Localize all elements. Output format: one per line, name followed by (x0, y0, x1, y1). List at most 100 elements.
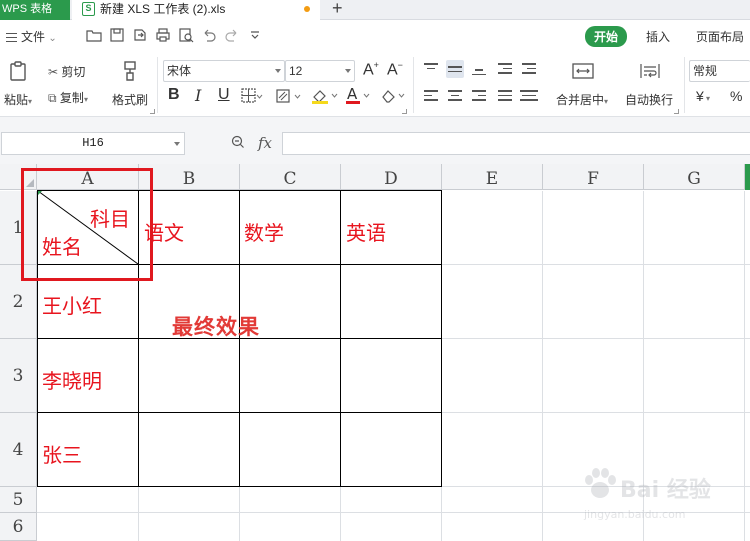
dialog-launcher-icon[interactable] (402, 109, 407, 114)
column-header-e[interactable]: E (442, 164, 543, 190)
cut-label: 剪切 (61, 65, 86, 79)
scroll-indicator[interactable] (745, 164, 750, 190)
redo-icon[interactable] (224, 27, 240, 43)
highlight-box (21, 168, 153, 281)
hamburger-icon (6, 33, 17, 42)
paste-button[interactable]: 粘贴▾ (4, 91, 32, 108)
increase-indent-icon[interactable] (520, 60, 538, 78)
tab-page-layout[interactable]: 页面布局 (696, 28, 744, 45)
currency-format-button[interactable]: ¥ ▾ (696, 88, 710, 104)
column-header-d[interactable]: D (341, 164, 442, 190)
undo-icon[interactable] (201, 27, 217, 43)
app-tab[interactable]: WPS 表格 (0, 0, 70, 20)
tab-insert[interactable]: 插入 (646, 28, 670, 45)
document-tab-label: 新建 XLS 工作表 (2).xls (100, 2, 226, 16)
chevron-down-icon: ▾ (83, 95, 88, 104)
copy-button[interactable]: ⧉ 复制▾ (48, 89, 88, 106)
borders-icon[interactable] (241, 88, 263, 107)
name-box[interactable]: H16 (1, 132, 185, 155)
paste-icon[interactable] (8, 60, 30, 82)
print-icon[interactable] (155, 27, 171, 43)
export-icon[interactable] (132, 27, 148, 43)
copy-label: 复制 (59, 91, 84, 105)
menu-row: 文件 ⌄ 开始 插入 页面布局 (0, 20, 750, 53)
cell-a3[interactable]: 李晓明 (42, 365, 102, 394)
cell-a2[interactable]: 王小红 (42, 290, 102, 319)
column-header-g[interactable]: G (644, 164, 745, 190)
font-name-value: 宋体 (167, 64, 192, 78)
chevron-down-icon: ▾ (604, 97, 609, 106)
tab-home[interactable]: 开始 (585, 26, 628, 47)
align-middle-icon[interactable] (446, 60, 464, 78)
document-tab[interactable]: S 新建 XLS 工作表 (2).xls (72, 0, 320, 20)
align-left-icon[interactable] (422, 87, 440, 105)
cut-button[interactable]: ✂ 剪切 (48, 63, 85, 80)
zoom-search-icon[interactable] (231, 135, 245, 149)
title-tab-bar: WPS 表格 S 新建 XLS 工作表 (2).xls + (0, 0, 750, 20)
align-bottom-icon[interactable] (470, 60, 488, 78)
file-menu-label: 文件 (21, 30, 46, 44)
merge-center-label: 合并居中 (556, 93, 605, 107)
table-border-line (37, 412, 442, 413)
print-preview-icon[interactable] (178, 27, 194, 43)
insert-function-icon[interactable]: fx (258, 134, 272, 152)
format-painter-button[interactable]: 格式刷 (112, 91, 148, 108)
gridline (542, 191, 543, 541)
wrap-text-icon[interactable] (638, 60, 660, 82)
justify-icon[interactable] (496, 87, 514, 105)
row-header-4[interactable]: 4 (0, 413, 37, 487)
currency-icon: ¥ (696, 88, 704, 104)
chevron-down-icon: ▾ (28, 97, 33, 106)
fill-pattern-icon[interactable] (275, 88, 303, 107)
cell-d1[interactable]: 英语 (346, 217, 386, 246)
format-painter-icon[interactable] (119, 60, 141, 82)
copy-icon: ⧉ (48, 91, 57, 105)
align-center-icon[interactable] (446, 87, 464, 105)
row-header-6[interactable]: 6 (0, 513, 37, 541)
decrease-font-size-icon[interactable]: A− (387, 60, 403, 79)
formula-input[interactable] (282, 132, 750, 155)
cell-a4[interactable]: 张三 (42, 439, 82, 468)
row-header-5[interactable]: 5 (0, 487, 37, 513)
number-format-select[interactable]: 常规 (689, 60, 750, 82)
spreadsheet-grid[interactable]: A B C D E F G 1 2 3 4 5 6 科目 姓名 语文 数学 英语… (0, 164, 750, 541)
name-box-value: H16 (82, 136, 104, 150)
merge-center-button[interactable]: 合并居中▾ (556, 91, 608, 108)
bold-icon[interactable]: B (168, 86, 180, 104)
font-name-select[interactable]: 宋体 (163, 60, 285, 82)
chevron-down-icon (174, 142, 180, 146)
italic-icon[interactable]: I (195, 86, 201, 105)
align-top-icon[interactable] (422, 60, 440, 78)
save-icon[interactable] (109, 27, 125, 43)
percent-format-icon[interactable]: % (730, 88, 742, 104)
font-size-value: 12 (289, 64, 303, 78)
open-folder-icon[interactable] (86, 27, 102, 43)
decrease-indent-icon[interactable] (496, 60, 514, 78)
column-header-c[interactable]: C (240, 164, 341, 190)
chevron-down-icon: ▾ (703, 94, 711, 103)
paw-logo-icon (585, 468, 616, 498)
wrap-text-button[interactable]: 自动换行 (625, 91, 673, 108)
spreadsheet-file-icon: S (82, 2, 95, 16)
file-menu-button[interactable]: 文件 ⌄ (6, 28, 57, 45)
merge-center-icon[interactable] (571, 60, 594, 82)
increase-font-size-icon[interactable]: A+ (363, 60, 379, 79)
new-tab-button[interactable]: + (332, 0, 343, 18)
customize-toolbar-icon[interactable] (247, 27, 263, 43)
fill-color-icon[interactable] (310, 87, 340, 108)
chevron-down-icon (345, 69, 351, 73)
align-right-icon[interactable] (470, 87, 488, 105)
clear-format-icon[interactable] (379, 87, 409, 108)
column-header-b[interactable]: B (139, 164, 240, 190)
row-header-3[interactable]: 3 (0, 339, 37, 413)
dialog-launcher-icon[interactable] (674, 109, 679, 114)
column-header-f[interactable]: F (543, 164, 644, 190)
dialog-launcher-icon[interactable] (150, 109, 155, 114)
chevron-down-icon: ⌄ (48, 33, 57, 44)
ribbon-separator (157, 57, 158, 113)
font-size-select[interactable]: 12 (285, 60, 355, 82)
font-color-icon[interactable]: A (345, 85, 373, 108)
underline-icon[interactable]: U (218, 86, 230, 104)
cell-c1[interactable]: 数学 (244, 217, 284, 246)
distributed-align-icon[interactable] (520, 87, 538, 105)
